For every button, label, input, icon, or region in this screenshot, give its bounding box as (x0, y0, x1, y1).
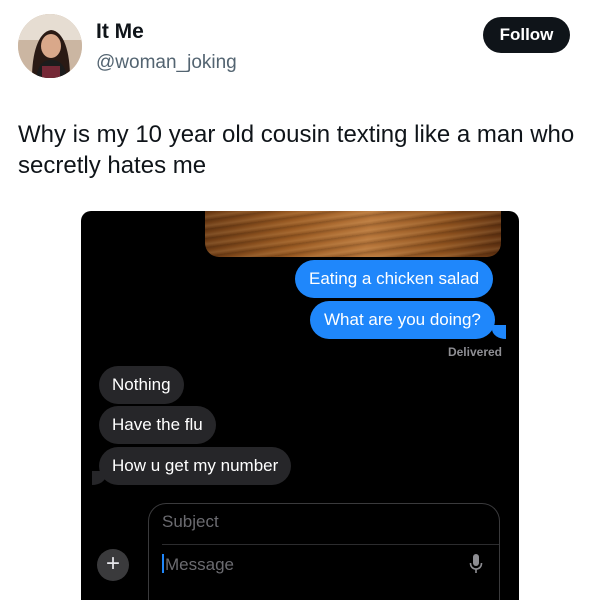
subject-field[interactable]: Subject (162, 512, 219, 532)
received-message: Have the flu (99, 406, 216, 444)
microphone-icon[interactable] (469, 554, 483, 579)
compose-divider (162, 544, 499, 545)
user-handle[interactable]: @woman_joking (96, 52, 237, 74)
display-name[interactable]: It Me (96, 20, 144, 44)
received-message: How u get my number (99, 447, 292, 485)
sent-bubble-tail (492, 325, 506, 339)
message-placeholder: Message (165, 555, 234, 574)
message-screenshot: Eating a chicken salad What are you doin… (81, 211, 519, 600)
photo-attachment[interactable] (205, 211, 501, 257)
plus-icon[interactable]: + (97, 549, 129, 581)
tweet-text: Why is my 10 year old cousin texting lik… (18, 121, 575, 179)
text-caret (162, 554, 164, 573)
received-message: Nothing (99, 366, 184, 404)
message-field[interactable]: Message (162, 554, 234, 575)
avatar[interactable] (18, 14, 82, 78)
sent-message: Eating a chicken salad (295, 260, 494, 298)
sent-message: What are you doing? (310, 301, 495, 339)
received-bubble-tail (92, 471, 106, 485)
follow-button[interactable]: Follow (483, 17, 570, 53)
delivered-status: Delivered (447, 345, 502, 359)
compose-box[interactable]: Subject Message (148, 503, 500, 600)
